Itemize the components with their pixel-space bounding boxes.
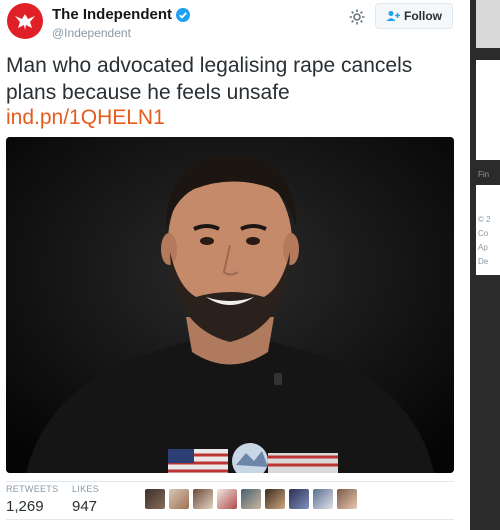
liker-avatar[interactable] <box>145 489 165 509</box>
avatar[interactable] <box>7 3 43 39</box>
retweets-label: RETWEETS <box>6 484 59 494</box>
side-snippet: Fin <box>478 170 490 179</box>
eagle-logo-icon <box>15 14 35 30</box>
name-block: The Independent @Independent <box>52 6 190 40</box>
side-panel: Fin © 2 Co Ap De <box>470 0 500 530</box>
liker-avatar[interactable] <box>265 489 285 509</box>
divider <box>6 519 454 520</box>
liker-avatar[interactable] <box>289 489 309 509</box>
verified-badge-icon <box>176 7 190 22</box>
liker-avatar[interactable] <box>337 489 357 509</box>
liker-avatar[interactable] <box>313 489 333 509</box>
divider <box>6 481 454 482</box>
user-handle[interactable]: @Independent <box>52 26 190 40</box>
add-user-icon <box>386 11 400 21</box>
tweet-card: The Independent @Independent Follow Man … <box>0 0 470 530</box>
follow-button[interactable]: Follow <box>375 3 453 29</box>
follow-label: Follow <box>404 9 442 23</box>
tweet-text: Man who advocated legalising rape cancel… <box>6 54 413 104</box>
tweet-header: The Independent @Independent Follow <box>0 0 470 50</box>
retweets-stat[interactable]: RETWEETS 1,269 <box>6 484 58 515</box>
likes-stat[interactable]: LIKES 947 <box>72 484 99 515</box>
side-snippet: Co <box>478 229 489 238</box>
retweets-count: 1,269 <box>6 498 44 515</box>
gear-icon[interactable] <box>348 8 366 26</box>
side-snippet: © 2 <box>478 215 491 224</box>
tweet-media-photo[interactable] <box>6 137 454 473</box>
side-snippet: De <box>478 257 489 266</box>
display-name[interactable]: The Independent <box>52 6 172 23</box>
liker-avatar[interactable] <box>169 489 189 509</box>
liker-avatar[interactable] <box>241 489 261 509</box>
likes-count: 947 <box>72 498 98 515</box>
likes-label: LIKES <box>72 484 100 494</box>
liker-avatars <box>145 489 357 509</box>
photo-man-with-beard <box>6 137 454 473</box>
liker-avatar[interactable] <box>217 489 237 509</box>
liker-avatar[interactable] <box>193 489 213 509</box>
tweet-link[interactable]: ind.pn/1QHELN1 <box>6 104 165 131</box>
side-snippet: Ap <box>478 243 488 252</box>
